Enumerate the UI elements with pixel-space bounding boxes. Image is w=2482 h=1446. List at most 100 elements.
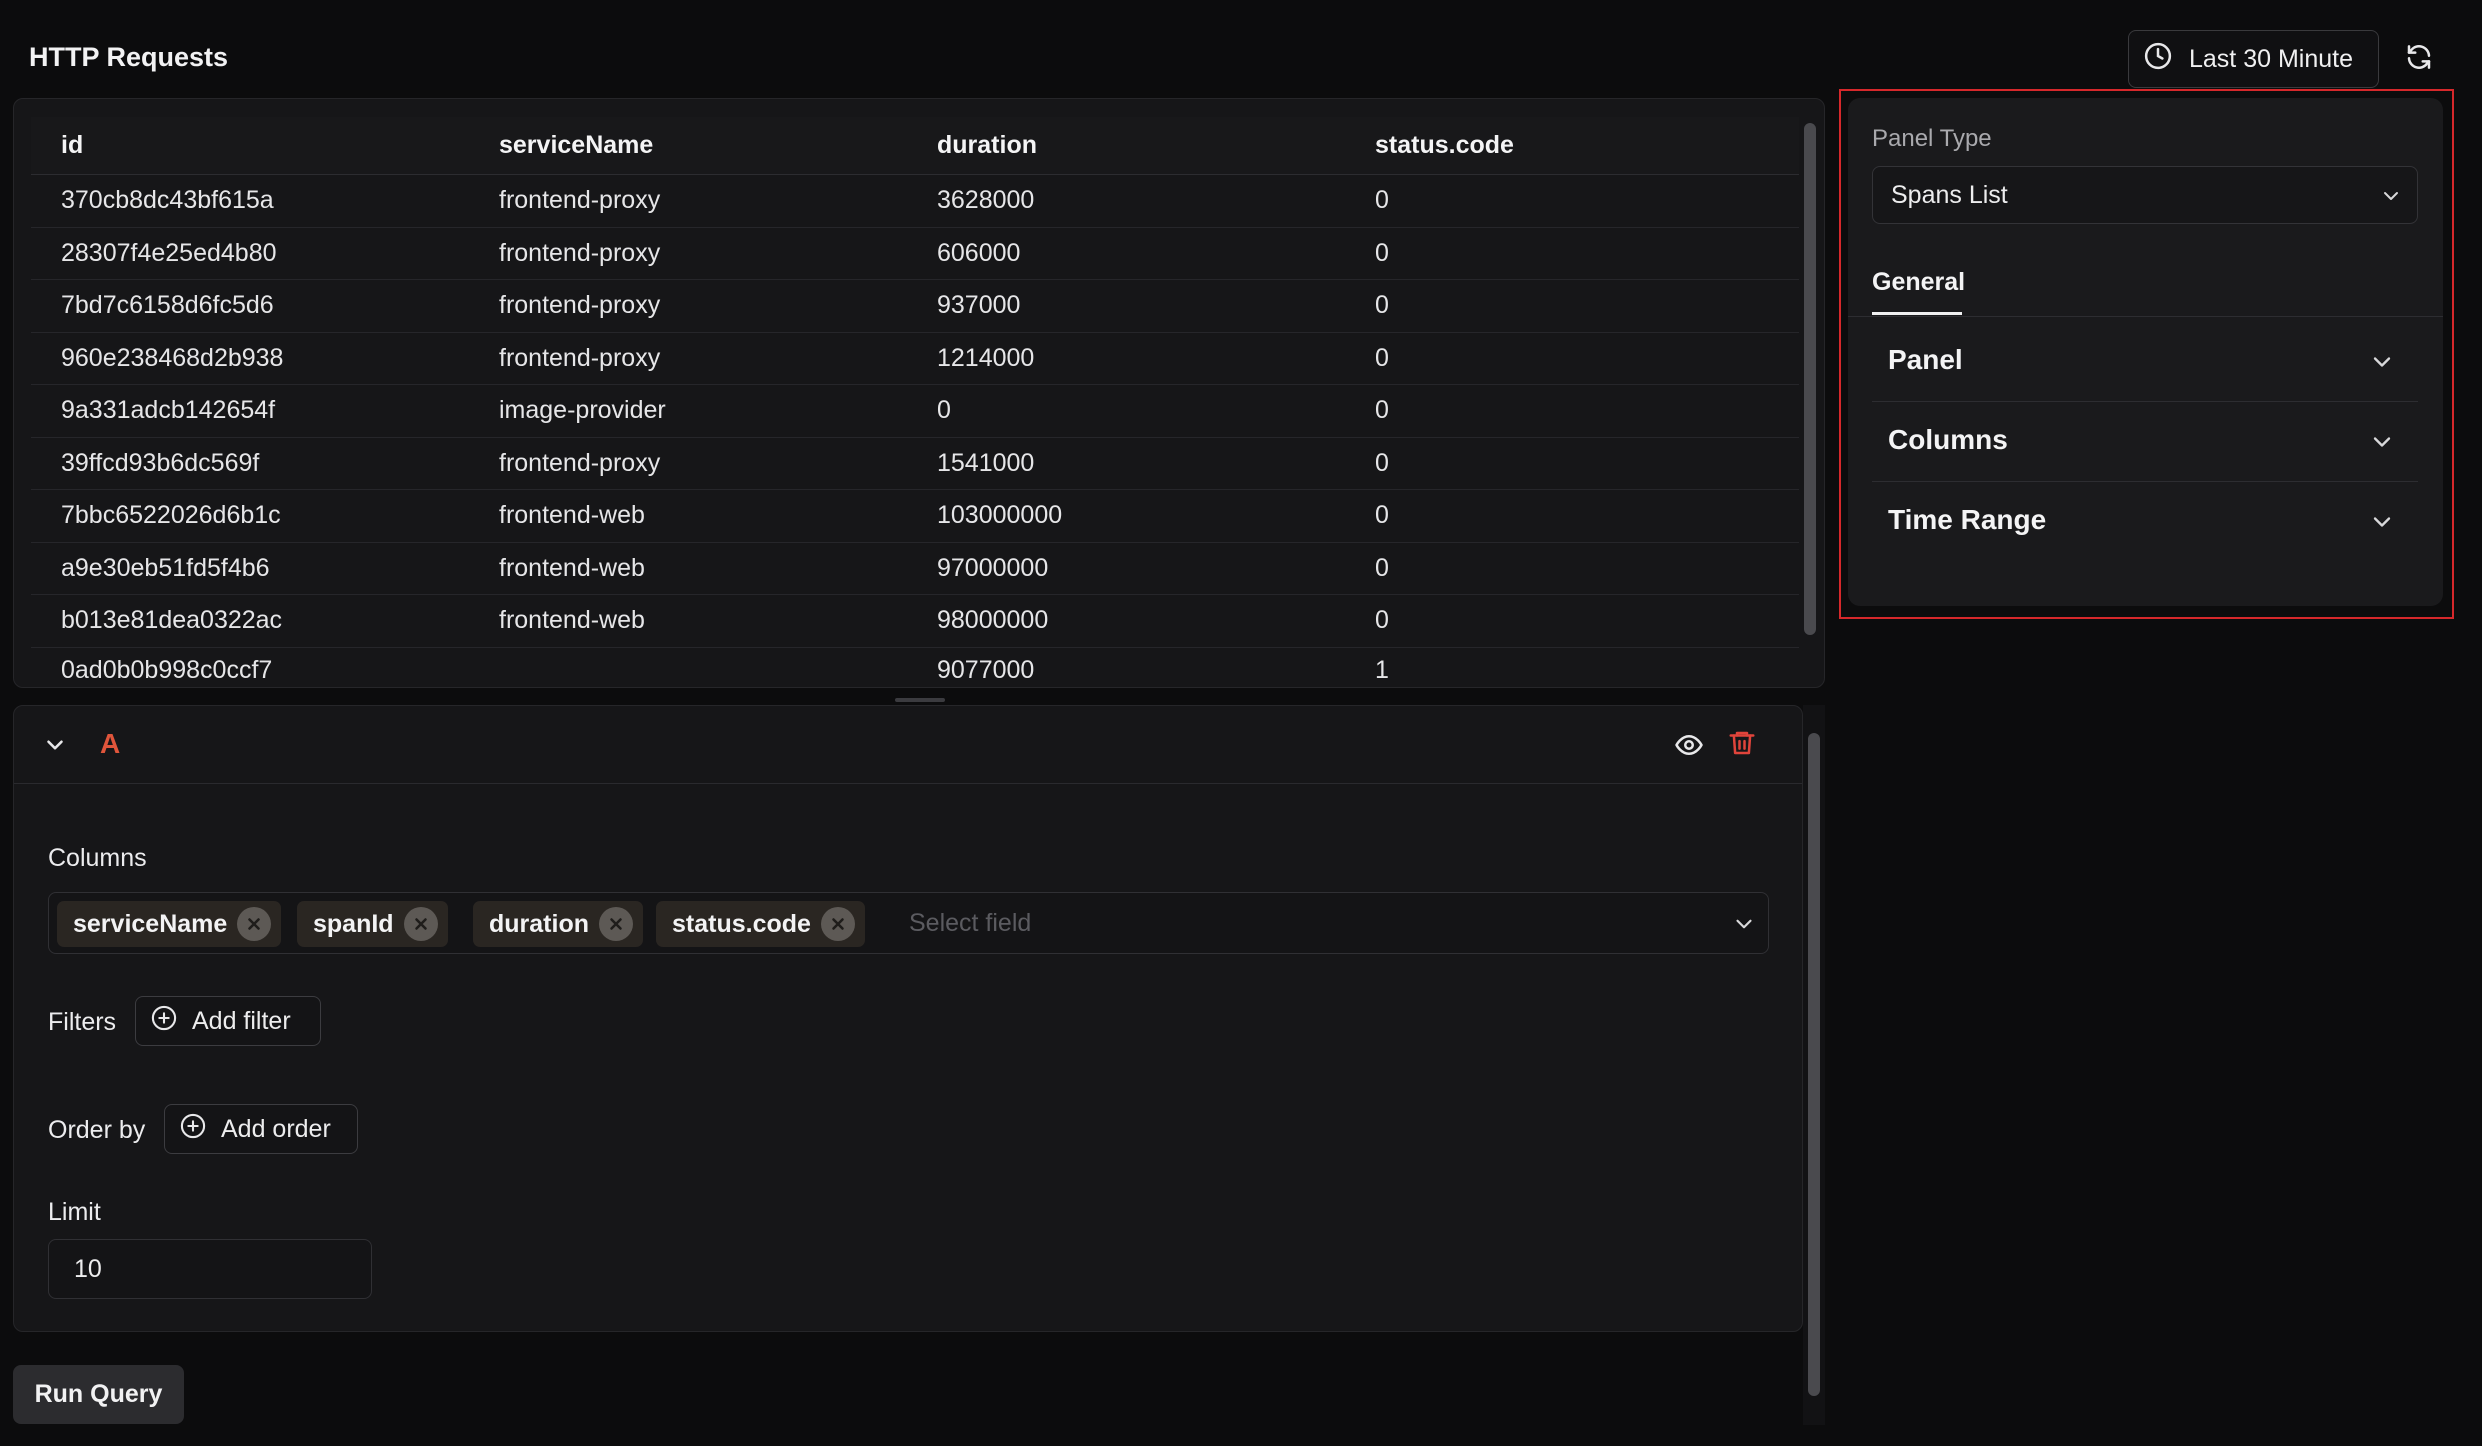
cell-id: 370cb8dc43bf615a: [61, 186, 274, 215]
cell-status-code: 0: [1375, 606, 1389, 635]
query-scrollbar[interactable]: [1808, 733, 1820, 1396]
clock-icon: [2143, 41, 2173, 78]
chevron-down-icon: [2368, 428, 2396, 456]
cell-service-name: image-provider: [499, 396, 666, 425]
table-row[interactable]: 370cb8dc43bf615a frontend-proxy 3628000 …: [31, 175, 1799, 228]
query-letter: A: [100, 728, 121, 759]
x-circle-icon[interactable]: [237, 907, 272, 941]
chevron-down-icon: [2368, 348, 2396, 376]
cell-id: 7bd7c6158d6fc5d6: [61, 291, 274, 320]
column-header-servicename[interactable]: serviceName: [499, 117, 653, 174]
columns-select[interactable]: serviceName spanId duration status.code: [48, 892, 1769, 954]
results-table: id serviceName duration status.code 370c…: [31, 117, 1799, 678]
time-range-button[interactable]: Last 30 Minute: [2128, 30, 2379, 88]
plus-circle-icon: [179, 1112, 207, 1147]
table-row[interactable]: 7bbc6522026d6b1c frontend-web 103000000 …: [31, 490, 1799, 543]
panel-resize-handle[interactable]: [895, 698, 945, 702]
table-row[interactable]: a9e30eb51fd5f4b6 frontend-web 97000000 0: [31, 543, 1799, 595]
table-row[interactable]: 28307f4e25ed4b80 frontend-proxy 606000 0: [31, 228, 1799, 280]
limit-input[interactable]: 10: [48, 1239, 372, 1299]
table-row-partial[interactable]: 0ad0b0b998c0ccf7 9077000 1: [31, 648, 1799, 678]
cell-service-name: frontend-proxy: [499, 343, 661, 372]
cell-status-code: 0: [1375, 291, 1389, 320]
cell-status-code: 0: [1375, 501, 1389, 530]
tab-general[interactable]: General: [1872, 268, 1965, 297]
limit-label: Limit: [48, 1198, 101, 1226]
cell-service-name: frontend-web: [499, 553, 645, 582]
column-chip-duration[interactable]: duration: [473, 901, 643, 947]
column-chip-status-code[interactable]: status.code: [656, 901, 865, 947]
section-time-range[interactable]: Time Range: [1872, 482, 2418, 562]
cell-id: 28307f4e25ed4b80: [61, 238, 277, 267]
section-panel[interactable]: Panel: [1872, 322, 2418, 402]
add-order-label: Add order: [221, 1114, 331, 1143]
table-row[interactable]: 9a331adcb142654f image-provider 0 0: [31, 385, 1799, 438]
column-chip-servicename[interactable]: serviceName: [57, 901, 282, 947]
cell-id: 7bbc6522026d6b1c: [61, 501, 281, 530]
section-columns[interactable]: Columns: [1872, 402, 2418, 482]
chip-label: status.code: [672, 909, 811, 938]
x-circle-icon[interactable]: [599, 907, 633, 941]
cell-status-code: 0: [1375, 553, 1389, 582]
add-order-button[interactable]: Add order: [164, 1104, 358, 1154]
chip-label: duration: [489, 909, 589, 938]
chevron-down-icon[interactable]: [42, 732, 68, 758]
chevron-down-icon[interactable]: [1731, 911, 1757, 937]
app-root: HTTP Requests Last 30 Minute id serviceN…: [0, 0, 2482, 1446]
column-header-duration[interactable]: duration: [937, 117, 1037, 174]
order-by-label: Order by: [48, 1116, 146, 1144]
cell-status-code: 1: [1375, 655, 1389, 678]
filters-label: Filters: [48, 1008, 117, 1036]
table-row[interactable]: 960e238468d2b938 frontend-proxy 1214000 …: [31, 333, 1799, 385]
cell-duration: 3628000: [937, 186, 1035, 215]
panel-type-select[interactable]: Spans List: [1872, 166, 2418, 224]
cell-id: 39ffcd93b6dc569f: [61, 448, 260, 477]
chip-label: serviceName: [73, 909, 228, 938]
cell-service-name: frontend-web: [499, 606, 645, 635]
cell-duration: 937000: [937, 291, 1021, 320]
results-panel: id serviceName duration status.code 370c…: [13, 98, 1825, 688]
cell-duration: 98000000: [937, 606, 1049, 635]
cell-duration: 1541000: [937, 448, 1035, 477]
cell-duration: 97000000: [937, 553, 1049, 582]
x-circle-icon[interactable]: [403, 907, 438, 941]
x-circle-icon[interactable]: [820, 907, 855, 941]
plus-circle-icon: [150, 1004, 178, 1039]
cell-duration: 1214000: [937, 343, 1035, 372]
add-filter-button[interactable]: Add filter: [135, 996, 321, 1046]
page-title: HTTP Requests: [29, 42, 229, 72]
tab-active-indicator: [1872, 312, 1962, 315]
query-header: A: [14, 706, 1802, 784]
cell-service-name: frontend-proxy: [499, 238, 661, 267]
cell-service-name: frontend-proxy: [499, 448, 661, 477]
table-header-row: id serviceName duration status.code: [31, 117, 1799, 175]
refresh-button[interactable]: [2402, 42, 2436, 76]
time-range-label: Last 30 Minute: [2189, 44, 2353, 73]
column-header-status-code[interactable]: status.code: [1375, 117, 1514, 174]
select-field-placeholder[interactable]: Select field: [909, 909, 1031, 938]
panel-type-value: Spans List: [1891, 180, 2008, 209]
eye-icon[interactable]: [1674, 730, 1704, 760]
tab-divider: [1848, 316, 2443, 317]
column-header-id[interactable]: id: [61, 117, 83, 174]
cell-duration: 103000000: [937, 501, 1063, 530]
cell-status-code: 0: [1375, 448, 1389, 477]
query-builder-panel: A Columns serviceName spanId duration st…: [13, 705, 1803, 1332]
cell-duration: 0: [937, 396, 951, 425]
column-chip-spanid[interactable]: spanId: [297, 901, 448, 947]
cell-service-name: frontend-proxy: [499, 186, 661, 215]
cell-service-name: frontend-proxy: [499, 291, 661, 320]
table-row[interactable]: 7bd7c6158d6fc5d6 frontend-proxy 937000 0: [31, 280, 1799, 333]
results-scrollbar[interactable]: [1804, 123, 1816, 635]
add-filter-label: Add filter: [192, 1006, 291, 1035]
panel-type-label: Panel Type: [1872, 125, 1992, 152]
table-row[interactable]: b013e81dea0322ac frontend-web 98000000 0: [31, 595, 1799, 648]
trash-icon[interactable]: [1727, 728, 1757, 758]
cell-status-code: 0: [1375, 186, 1389, 215]
cell-service-name: frontend-web: [499, 501, 645, 530]
cell-id: a9e30eb51fd5f4b6: [61, 553, 270, 582]
chip-label: spanId: [313, 909, 394, 938]
cell-status-code: 0: [1375, 238, 1389, 267]
table-row[interactable]: 39ffcd93b6dc569f frontend-proxy 1541000 …: [31, 438, 1799, 490]
run-query-button[interactable]: Run Query: [13, 1365, 184, 1424]
